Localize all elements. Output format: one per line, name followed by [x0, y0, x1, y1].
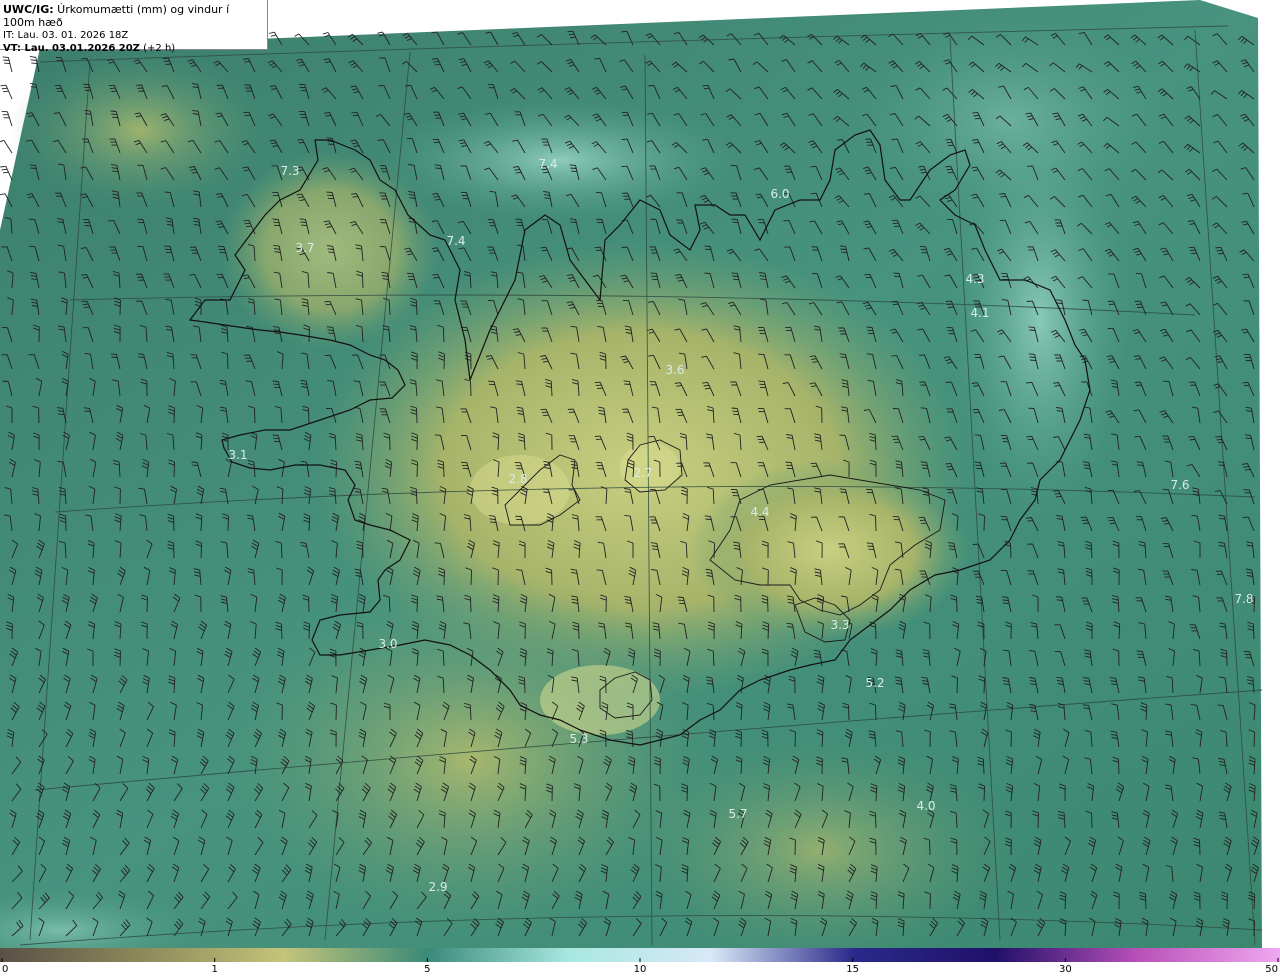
value-label: 7.6: [1170, 478, 1189, 492]
value-label: 3.0: [378, 637, 397, 651]
colorbar-tick-label: 10: [633, 964, 647, 975]
colorbar-tick-label: 1: [211, 964, 218, 975]
map-header: UWC/IG: Úrkomumætti (mm) og vindur í 100…: [0, 0, 268, 54]
colorbar-tick-label: 30: [1058, 964, 1072, 975]
value-label: 7.8: [1234, 592, 1253, 606]
value-label: 4.1: [970, 306, 989, 320]
value-label: 2.9: [428, 880, 447, 894]
lead-time: (+2 h): [139, 43, 176, 54]
model-prefix: UWC/IG:: [3, 3, 54, 16]
value-label: 3.3: [830, 618, 849, 632]
value-label: 6.0: [770, 187, 789, 201]
valid-time: VT: Lau. 03.01.2026 20Z: [3, 43, 140, 54]
value-label: 2.7: [633, 466, 652, 480]
value-label: 2.8: [508, 472, 527, 486]
colorbar-tick-label: 0: [2, 964, 9, 975]
colorbar: 0 1 5 10 15 30 50: [0, 948, 1280, 978]
value-label: 3.6: [665, 363, 684, 377]
value-label: 4.4: [750, 505, 769, 519]
colorbar-strip: [0, 948, 1280, 962]
colorbar-tick-label: 15: [846, 964, 860, 975]
value-label: 5.3: [569, 732, 588, 746]
value-label: 5.7: [728, 807, 747, 821]
value-label: 7.3: [280, 164, 299, 178]
value-label: 5.2: [865, 676, 884, 690]
init-time: IT: Lau. 03. 01. 2026 18Z: [3, 30, 129, 41]
colorbar-tick-label: 5: [424, 964, 431, 975]
value-label: 4.0: [916, 799, 935, 813]
colorbar-tick-label: 50: [1265, 964, 1278, 975]
value-label: 3.1: [228, 448, 247, 462]
weather-map: 7.3 7.4 6.0 3.7 7.4 4.3 4.1 3.6 3.1 2.8 2.7 7.6 4.4 7…: [0, 0, 1280, 948]
value-label: 4.3: [965, 272, 984, 286]
value-label: 3.7: [295, 241, 314, 255]
value-label: 7.4: [446, 234, 465, 248]
value-label: 7.4: [538, 157, 557, 171]
